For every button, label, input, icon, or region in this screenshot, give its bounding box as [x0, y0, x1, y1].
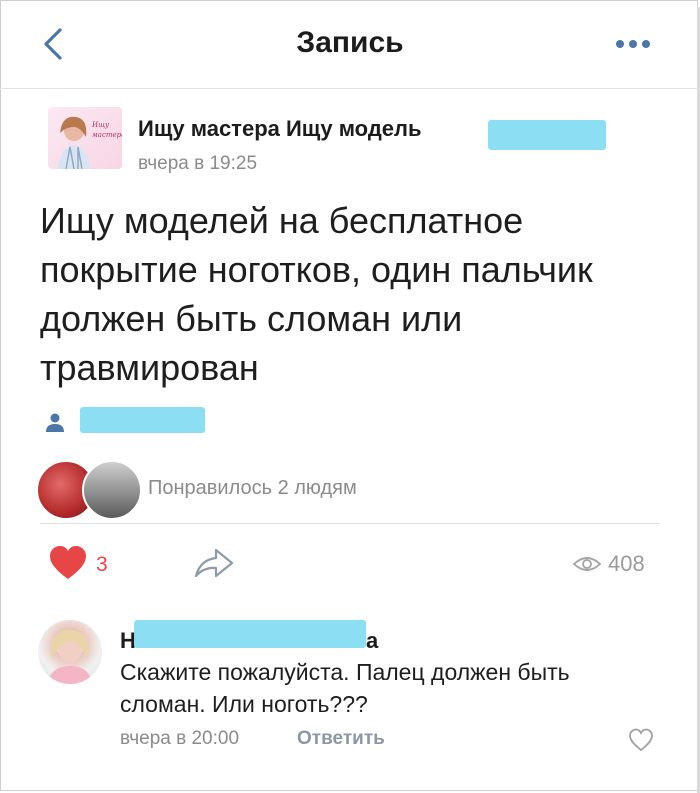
comment-timestamp: вчера в 20:00	[120, 728, 240, 749]
svg-text:мастера: мастера	[92, 131, 122, 139]
reply-button[interactable]: Ответить	[297, 728, 385, 750]
redaction-bar	[80, 407, 205, 433]
divider	[40, 523, 660, 524]
views-count: 408	[608, 551, 645, 576]
redaction-bar	[134, 620, 366, 648]
liked-users-avatars[interactable]	[36, 460, 142, 520]
page-title: Запись	[296, 26, 404, 59]
commenter-name-end[interactable]: а	[366, 628, 378, 654]
eye-icon	[572, 557, 602, 571]
author-avatar[interactable]: Ищу мастера	[48, 107, 122, 169]
liked-count-text[interactable]: Понравилось 2 людям	[148, 477, 357, 500]
post-timestamp: вчера в 19:25	[138, 153, 258, 174]
author-name[interactable]: Ищу мастера Ищу модель	[138, 116, 422, 142]
post-text: Ищу моделей на бесплатное покрытие ногот…	[40, 200, 593, 388]
avatar[interactable]	[82, 460, 142, 520]
share-icon[interactable]	[192, 546, 236, 580]
redaction-bar	[488, 120, 606, 150]
svg-text:Ищу: Ищу	[91, 121, 110, 129]
ellipsis-icon[interactable]	[616, 40, 650, 52]
commenter-avatar[interactable]	[38, 620, 102, 684]
user-icon	[46, 413, 64, 432]
like-count[interactable]: 3	[96, 553, 108, 577]
top-bar: Запись	[0, 0, 700, 89]
heart-icon[interactable]	[48, 545, 88, 581]
comment-text: Скажите пожалуйста. Палец должен быть сл…	[120, 659, 570, 717]
heart-icon[interactable]	[628, 728, 654, 752]
